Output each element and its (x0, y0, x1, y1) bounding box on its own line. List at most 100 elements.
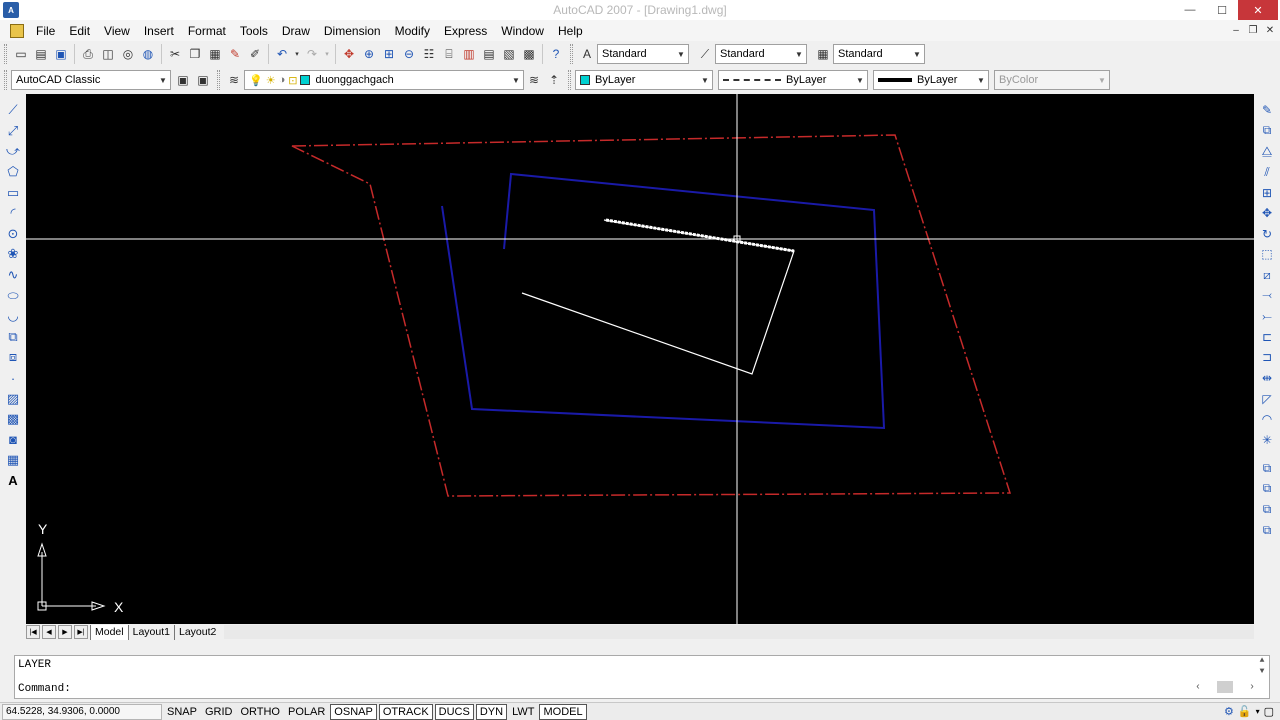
make-block-icon[interactable]: ⧈ (0, 347, 26, 368)
toolbar-grip[interactable] (217, 70, 220, 90)
dim-style-select[interactable]: Standard ▼ (715, 44, 807, 64)
previous-tab-button[interactable]: ◀ (42, 625, 56, 639)
menu-file[interactable]: File (29, 22, 62, 40)
circle-icon[interactable]: ⊙ (0, 224, 26, 245)
ellipse-arc-icon[interactable]: ◡ (0, 306, 26, 327)
scroll-thumb[interactable] (1217, 681, 1233, 693)
close-button[interactable]: ✕ (1238, 0, 1278, 20)
workspace-settings-icon[interactable]: ▣ (173, 70, 193, 90)
dim-style-icon[interactable]: ⟋ (695, 44, 715, 64)
tab-layout2[interactable]: Layout2 (173, 624, 220, 640)
copy-icon[interactable]: ❐ (185, 44, 205, 64)
gradient-icon[interactable]: ▩ (0, 409, 26, 430)
menu-window[interactable]: Window (494, 22, 551, 40)
last-tab-button[interactable]: ▶| (74, 625, 88, 639)
zoom-realtime-icon[interactable]: ⊕ (359, 44, 379, 64)
model-space-canvas[interactable]: Y X (26, 94, 1254, 624)
scroll-up-icon[interactable]: ▲ (1260, 656, 1265, 665)
text-style-icon[interactable]: A (577, 44, 597, 64)
command-horizontal-scrollbar[interactable]: ‹ › (1195, 680, 1255, 694)
properties-icon[interactable]: ☷ (419, 44, 439, 64)
plot-icon[interactable]: ⎙ (78, 44, 98, 64)
command-vertical-scrollbar[interactable]: ▲ ▼ (1255, 656, 1269, 676)
toolbar-grip[interactable] (570, 44, 573, 64)
publish-icon[interactable]: ◎ (118, 44, 138, 64)
markup-icon[interactable]: ▧ (499, 44, 519, 64)
help-icon[interactable]: ? (546, 44, 566, 64)
scroll-down-icon[interactable]: ▼ (1260, 667, 1265, 676)
command-prompt[interactable]: Command: (18, 683, 71, 695)
rectangle-icon[interactable]: ▭ (0, 182, 26, 203)
construction-line-icon[interactable]: ⤢ (0, 121, 26, 142)
clean-screen-icon[interactable]: ▢ (1264, 705, 1274, 718)
menu-insert[interactable]: Insert (137, 22, 181, 40)
table-style-select[interactable]: Standard ▼ (833, 44, 925, 64)
ortho-toggle[interactable]: ORTHO (237, 704, 283, 720)
first-tab-button[interactable]: |◀ (26, 625, 40, 639)
cut-icon[interactable]: ✂ (165, 44, 185, 64)
insert-block-icon[interactable]: ⧉ (0, 327, 26, 348)
dyn-toggle[interactable]: DYN (475, 703, 508, 720)
tab-model[interactable]: Model (90, 624, 128, 640)
arc-icon[interactable]: ◜ (0, 203, 26, 224)
customize-icon[interactable]: ▣ (193, 70, 213, 90)
mirror-icon[interactable]: ⧋ (1254, 141, 1280, 162)
save-icon[interactable]: ▣ (51, 44, 71, 64)
redo-icon[interactable]: ↷ (302, 44, 322, 64)
break-at-point-icon[interactable]: ⊏ (1254, 327, 1280, 348)
open-file-icon[interactable]: ▤ (31, 44, 51, 64)
osnap-toggle[interactable]: OSNAP (330, 703, 377, 720)
zoom-window-icon[interactable]: ⊞ (379, 44, 399, 64)
toolbar-grip[interactable] (4, 44, 7, 64)
polygon-icon[interactable]: ⬠ (0, 162, 26, 183)
otrack-toggle[interactable]: OTRACK (378, 703, 433, 720)
array-icon[interactable]: ⊞ (1254, 182, 1280, 203)
doc-restore-button[interactable]: ❐ (1245, 23, 1261, 38)
copy-object-icon[interactable]: ⧉ (1254, 121, 1280, 142)
polyline-icon[interactable]: ⤻ (0, 141, 26, 162)
scale-icon[interactable]: ⬚ (1254, 244, 1280, 265)
menu-help[interactable]: Help (551, 22, 590, 40)
menu-modify[interactable]: Modify (388, 22, 437, 40)
doc-minimize-button[interactable]: – (1228, 23, 1244, 38)
pan-realtime-icon[interactable]: ✥ (339, 44, 359, 64)
stretch-icon[interactable]: ⧄ (1254, 265, 1280, 286)
menu-format[interactable]: Format (181, 22, 233, 40)
lwt-toggle[interactable]: LWT (509, 704, 537, 720)
region-icon[interactable]: ◙ (0, 430, 26, 451)
fillet-icon[interactable]: ◠ (1254, 409, 1280, 430)
tool-palettes-icon[interactable]: ▥ (459, 44, 479, 64)
zoom-previous-icon[interactable]: ⊖ (399, 44, 419, 64)
ducs-toggle[interactable]: DUCS (434, 703, 474, 720)
menu-draw[interactable]: Draw (275, 22, 317, 40)
layer-select[interactable]: 💡 ☀ ◑ ⊡ duonggachgach ▼ (244, 70, 524, 90)
outer-frame-polygon[interactable] (291, 134, 1012, 497)
toolbar-grip[interactable] (568, 70, 571, 90)
maximize-button[interactable]: ☐ (1206, 0, 1238, 20)
bring-to-front-icon[interactable]: ⧉ (1254, 479, 1280, 500)
break-icon[interactable]: ⊐ (1254, 347, 1280, 368)
text-style-select[interactable]: Standard ▼ (597, 44, 689, 64)
send-to-back-icon[interactable]: ⧉ (1254, 499, 1280, 520)
menu-tools[interactable]: Tools (233, 22, 275, 40)
inner-frame-polyline[interactable] (441, 172, 886, 430)
color-select[interactable]: ByLayer ▼ (575, 70, 713, 90)
menu-view[interactable]: View (97, 22, 137, 40)
next-tab-button[interactable]: ▶ (58, 625, 72, 639)
design-center-icon[interactable]: ⌸ (439, 44, 459, 64)
communication-center-icon[interactable]: ⚙ (1224, 705, 1234, 718)
explode-icon[interactable]: ✳ (1254, 430, 1280, 451)
match-properties-icon[interactable]: ✎ (225, 44, 245, 64)
hatch-icon[interactable]: ▨ (0, 388, 26, 409)
extend-icon[interactable]: ⤚ (1254, 306, 1280, 327)
join-icon[interactable]: ⇹ (1254, 368, 1280, 389)
grid-toggle[interactable]: GRID (202, 704, 236, 720)
polar-toggle[interactable]: POLAR (285, 704, 328, 720)
scroll-right-icon[interactable]: › (1249, 682, 1255, 693)
doc-close-button[interactable]: ✕ (1262, 23, 1278, 38)
spline-icon[interactable]: ∿ (0, 265, 26, 286)
layer-manager-icon[interactable]: ≋ (224, 70, 244, 90)
tray-menu-icon[interactable]: ▾ (1256, 707, 1260, 716)
coordinate-display[interactable]: 64.5228, 34.9306, 0.0000 (2, 703, 162, 720)
undo-icon[interactable]: ↶ (272, 44, 292, 64)
